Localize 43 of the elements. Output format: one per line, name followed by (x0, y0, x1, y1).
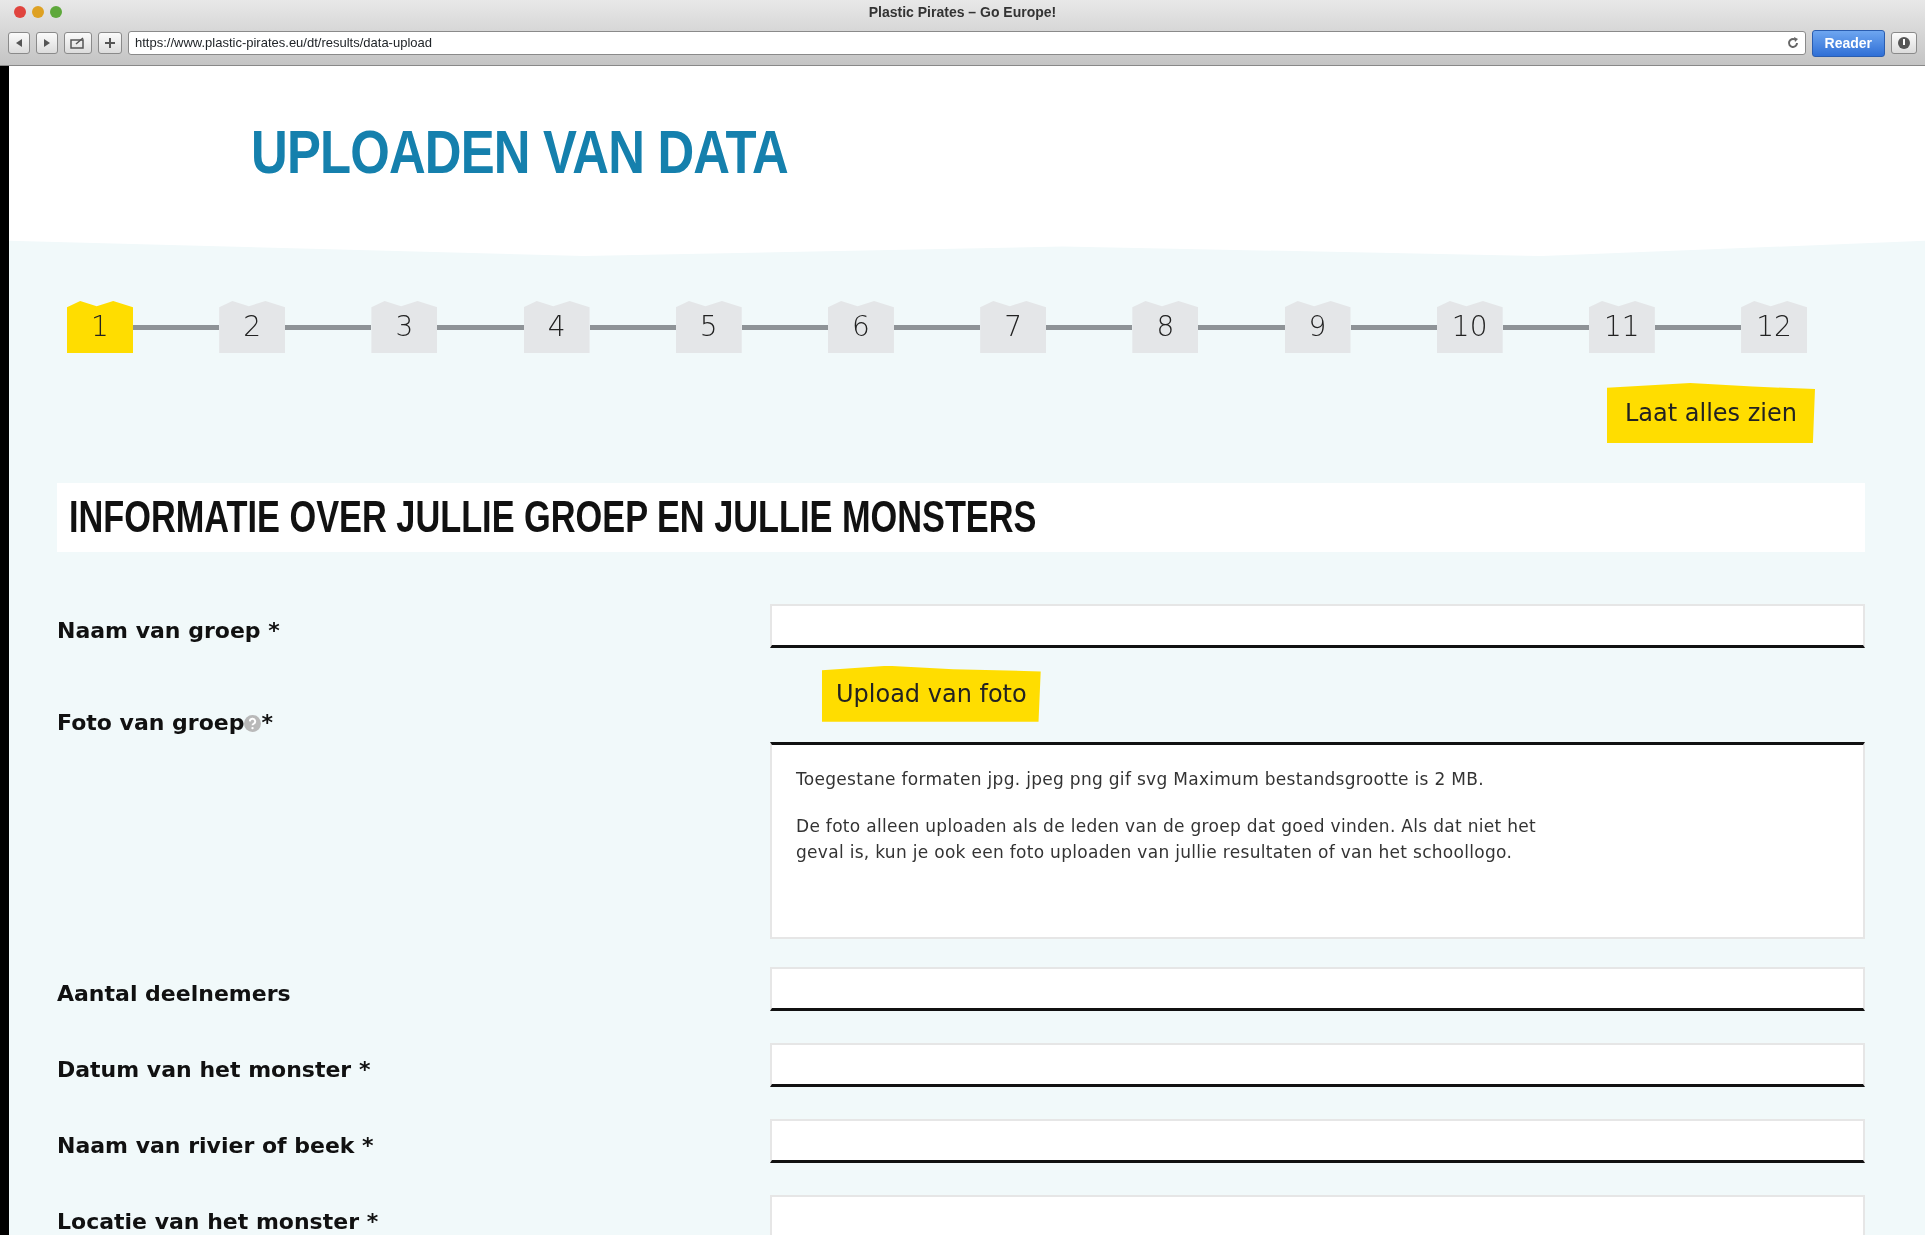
hint-text: Toegestane formaten jpg. jpeg png gif svg Maximum bestandsgrootte is 2 MB. (796, 767, 1485, 791)
step-tab[interactable]: 2 (219, 301, 286, 353)
upload-button[interactable]: Upload van foto (822, 665, 1041, 722)
close-icon[interactable] (14, 6, 26, 18)
reload-icon[interactable] (1786, 37, 1799, 49)
field-label: Foto van groep (57, 709, 245, 735)
right-arrow-icon (42, 38, 52, 48)
step-tab[interactable]: 4 (523, 301, 590, 353)
input-field[interactable] (770, 967, 1865, 1012)
downloads-button[interactable] (1891, 32, 1917, 54)
step-tab[interactable]: 12 (1741, 301, 1808, 353)
left-arrow-icon (14, 38, 24, 48)
step-tab[interactable]: 5 (675, 301, 742, 353)
input-field[interactable] (770, 1119, 1865, 1164)
field-label: Naam van groep * (57, 617, 280, 643)
step-tab[interactable]: 9 (1284, 301, 1351, 353)
input-field[interactable] (770, 1195, 1865, 1235)
window-title: Plastic Pirates – Go Europe! (868, 4, 1057, 20)
forward-button[interactable] (36, 32, 58, 54)
step-tab[interactable]: 11 (1588, 301, 1655, 353)
address-bar[interactable]: https://www.plastic-pirates.eu/dt/results/data-upload (128, 31, 1806, 55)
share-icon (70, 37, 86, 49)
input-field[interactable] (770, 603, 1865, 648)
hint-text: De foto alleen uploaden als de leden van de groep dat goed vinden. Als dat niet het geval is, kun je ook een foto uploaden van jullie resultaten of van het schoollogo. (796, 815, 1536, 864)
step-tab[interactable]: 6 (827, 301, 894, 353)
step-tab[interactable]: 10 (1436, 301, 1503, 353)
new-tab-button[interactable] (98, 32, 122, 54)
required-mark: * (261, 709, 273, 735)
step-tab[interactable]: 8 (1132, 301, 1199, 353)
show-all-button[interactable]: Laat alles zien (1607, 383, 1815, 443)
section-title: INFORMATIE OVER JULLIE GROEP EN JULLIE MONSTERS (69, 491, 1037, 543)
share-button[interactable] (64, 32, 92, 54)
field-label: Naam van rivier of beek * (57, 1133, 374, 1159)
back-button[interactable] (8, 32, 30, 54)
field-label: Datum van het monster * (57, 1057, 371, 1083)
field-label: Aantal deelnemers (57, 981, 291, 1007)
plus-icon (104, 37, 116, 49)
step-tab[interactable]: 7 (980, 301, 1047, 353)
input-field[interactable] (770, 1043, 1865, 1088)
step-tab[interactable]: 1 (67, 301, 133, 353)
field-label: Locatie van het monster * (57, 1209, 379, 1235)
step-tab[interactable]: 3 (371, 301, 438, 353)
page-title: UPLOADEN VAN DATA (251, 121, 788, 183)
